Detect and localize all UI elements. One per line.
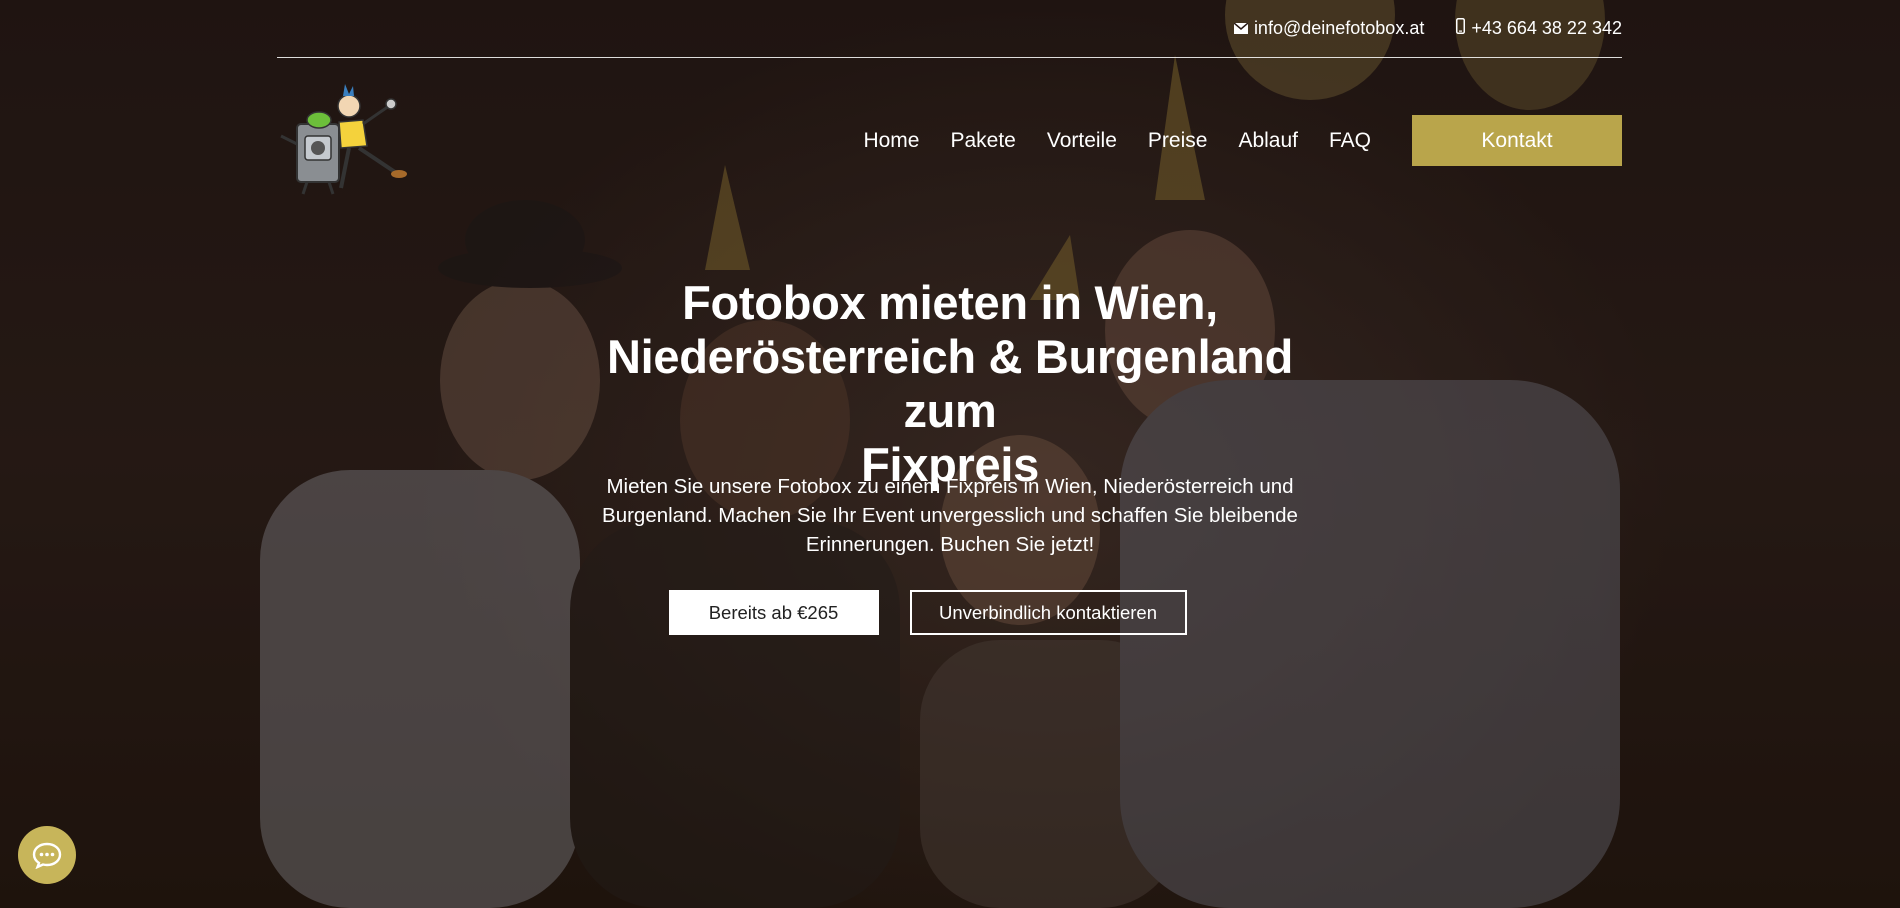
- nav-item-home[interactable]: Home: [863, 129, 919, 153]
- hero-subtitle-line: Erinnerungen. Buchen Sie jetzt!: [805, 533, 1095, 556]
- nav-item-preise[interactable]: Preise: [1148, 129, 1208, 153]
- hero-subtitle-line: Mieten Sie unsere Fotobox zu einem Fixpr…: [606, 475, 1294, 498]
- hero-title-line: Fotobox mieten in Wien,: [682, 276, 1218, 329]
- nav-item-vorteile[interactable]: Vorteile: [1047, 129, 1117, 153]
- email-link[interactable]: info@deinefotobox.at: [1254, 18, 1424, 39]
- main-navigation: Home Pakete Vorteile Preise Ablauf FAQ K…: [863, 115, 1622, 166]
- price-cta-button[interactable]: Bereits ab €265: [668, 590, 879, 635]
- contact-button[interactable]: Kontakt: [1412, 115, 1622, 166]
- nav-item-faq[interactable]: FAQ: [1329, 129, 1371, 153]
- top-contact-bar: info@deinefotobox.at +43 664 38 22 342: [277, 0, 1622, 58]
- hero-title-line: Niederösterreich & Burgenland zum: [606, 330, 1294, 437]
- nav-item-pakete[interactable]: Pakete: [950, 129, 1015, 153]
- hero-title: Fotobox mieten in Wien, Niederösterreich…: [560, 276, 1340, 492]
- site-logo[interactable]: [277, 84, 415, 196]
- hero-subtitle-line: Burgenland. Machen Sie Ihr Event unverge…: [602, 504, 1298, 527]
- phone-contact[interactable]: +43 664 38 22 342: [1456, 18, 1622, 39]
- chat-widget-button[interactable]: [18, 826, 76, 884]
- nav-item-ablauf[interactable]: Ablauf: [1238, 129, 1298, 153]
- contact-cta-button[interactable]: Unverbindlich kontaktieren: [909, 590, 1187, 635]
- email-contact[interactable]: info@deinefotobox.at: [1233, 18, 1424, 39]
- fotobox-mascot-logo: [280, 84, 407, 195]
- chat-bubble-icon: [32, 842, 62, 869]
- mobile-phone-icon: [1456, 18, 1466, 39]
- envelope-icon: [1233, 18, 1249, 39]
- phone-link[interactable]: +43 664 38 22 342: [1471, 18, 1622, 39]
- hero-cta-row: Bereits ab €265 Unverbindlich kontaktier…: [0, 590, 1900, 635]
- hero-subtitle: Mieten Sie unsere Fotobox zu einem Fixpr…: [580, 472, 1320, 559]
